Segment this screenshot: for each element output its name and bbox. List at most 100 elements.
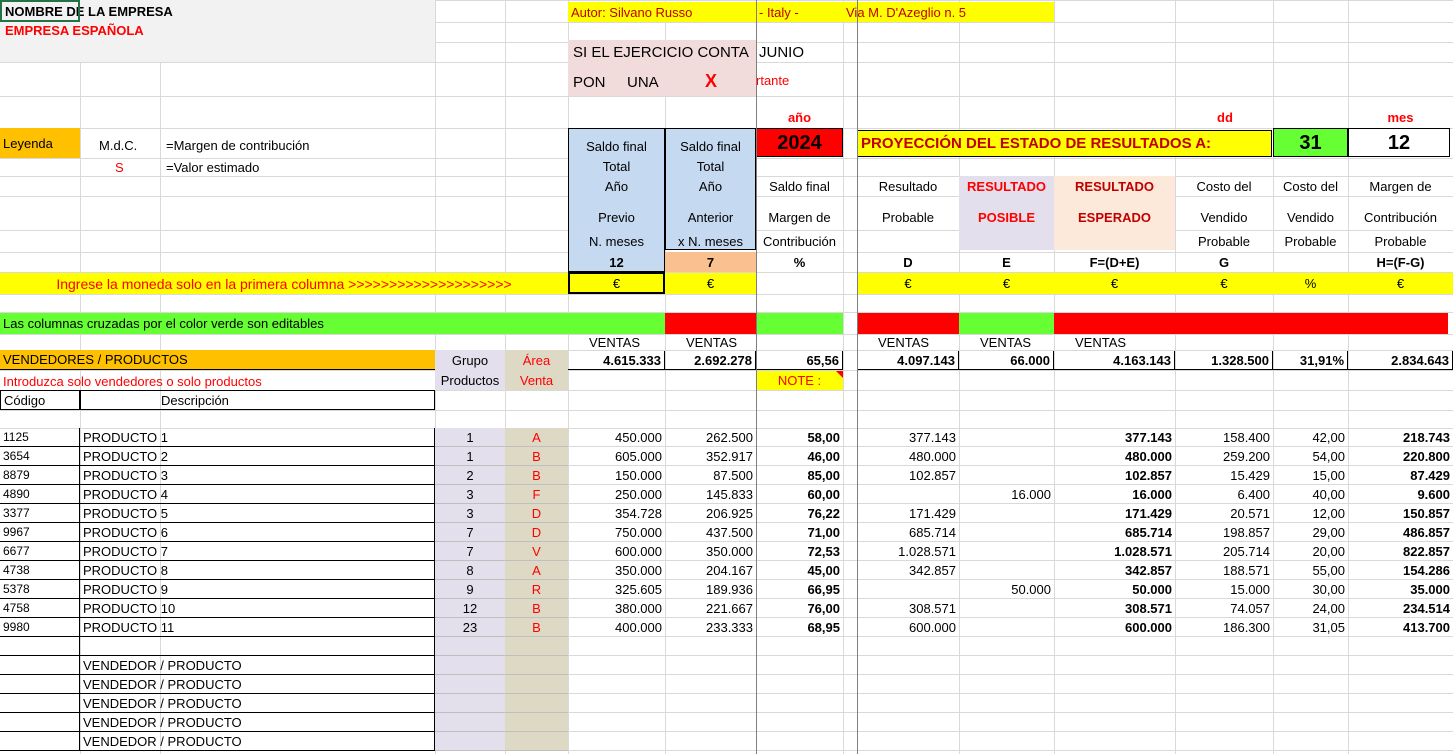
row-posible[interactable] bbox=[959, 599, 1054, 618]
row-code[interactable]: 5378 bbox=[0, 580, 80, 599]
row-area[interactable]: B bbox=[505, 599, 568, 618]
row-costo-pct[interactable]: 31,05 bbox=[1273, 618, 1348, 637]
row-posible[interactable] bbox=[959, 561, 1054, 580]
placeholder-code[interactable] bbox=[0, 713, 80, 732]
row-previo[interactable]: 354.728 bbox=[568, 504, 665, 523]
row-description[interactable]: PRODUCTO 11 bbox=[80, 618, 435, 637]
row-code[interactable]: 4738 bbox=[0, 561, 80, 580]
author-address[interactable]: Via M. D'Azeglio n. 5 bbox=[843, 2, 1054, 22]
row-description[interactable]: PRODUCTO 3 bbox=[80, 466, 435, 485]
row-grupo[interactable]: 3 bbox=[435, 504, 505, 523]
row-area[interactable]: A bbox=[505, 561, 568, 580]
placeholder-code[interactable] bbox=[0, 732, 80, 751]
row-margen[interactable]: 76,22 bbox=[756, 504, 843, 523]
row-previo[interactable]: 400.000 bbox=[568, 618, 665, 637]
currency-O[interactable]: € bbox=[1348, 273, 1453, 294]
row-previo[interactable]: 325.605 bbox=[568, 580, 665, 599]
row-description[interactable]: PRODUCTO 5 bbox=[80, 504, 435, 523]
row-margen[interactable]: 72,53 bbox=[756, 542, 843, 561]
row-description[interactable]: PRODUCTO 4 bbox=[80, 485, 435, 504]
row-costo-pct[interactable]: 12,00 bbox=[1273, 504, 1348, 523]
row-grupo[interactable]: 1 bbox=[435, 447, 505, 466]
row-description[interactable]: PRODUCTO 7 bbox=[80, 542, 435, 561]
row-costo-pct[interactable]: 40,00 bbox=[1273, 485, 1348, 504]
row-area[interactable]: D bbox=[505, 504, 568, 523]
row-margen[interactable]: 46,00 bbox=[756, 447, 843, 466]
author-country[interactable]: - Italy - bbox=[756, 2, 843, 22]
placeholder-code[interactable] bbox=[0, 694, 80, 713]
row-code[interactable]: 4758 bbox=[0, 599, 80, 618]
dd-input[interactable]: 31 bbox=[1273, 128, 1348, 157]
row-code[interactable]: 3377 bbox=[0, 504, 80, 523]
legend-label[interactable]: Leyenda bbox=[0, 128, 80, 158]
row-area[interactable]: B bbox=[505, 618, 568, 637]
row-grupo[interactable]: 7 bbox=[435, 542, 505, 561]
currency-L[interactable]: € bbox=[1054, 273, 1175, 294]
row-area[interactable]: R bbox=[505, 580, 568, 599]
currency-K[interactable]: € bbox=[959, 273, 1054, 294]
currency-input-previo[interactable]: € bbox=[568, 272, 665, 294]
placeholder-description[interactable]: VENDEDOR / PRODUCTO bbox=[80, 656, 435, 675]
placeholder-grupo[interactable] bbox=[435, 694, 505, 713]
placeholder-description[interactable]: VENDEDOR / PRODUCTO bbox=[80, 675, 435, 694]
row-area[interactable]: D bbox=[505, 523, 568, 542]
row-code[interactable]: 8879 bbox=[0, 466, 80, 485]
currency-anterior[interactable]: € bbox=[665, 273, 756, 294]
anio-input[interactable]: 2024 bbox=[756, 128, 843, 157]
row-grupo[interactable]: 1 bbox=[435, 428, 505, 447]
placeholder-grupo[interactable] bbox=[435, 656, 505, 675]
row-previo[interactable]: 450.000 bbox=[568, 428, 665, 447]
row-margen[interactable]: 76,00 bbox=[756, 599, 843, 618]
row-description[interactable]: PRODUCTO 2 bbox=[80, 447, 435, 466]
notice-tail[interactable]: rtante bbox=[756, 74, 836, 92]
row-grupo[interactable]: 8 bbox=[435, 561, 505, 580]
currency-M[interactable]: € bbox=[1175, 273, 1273, 294]
placeholder-area[interactable] bbox=[505, 675, 568, 694]
row-grupo[interactable]: 9 bbox=[435, 580, 505, 599]
row-margen[interactable]: 60,00 bbox=[756, 485, 843, 504]
row-posible[interactable] bbox=[959, 504, 1054, 523]
dd-label[interactable]: dd bbox=[1177, 108, 1273, 126]
row-code[interactable]: 3654 bbox=[0, 447, 80, 466]
row-costo-pct[interactable]: 29,00 bbox=[1273, 523, 1348, 542]
currency-N[interactable]: % bbox=[1273, 273, 1348, 294]
row-margen[interactable]: 71,00 bbox=[756, 523, 843, 542]
vendors-header[interactable]: VENDEDORES / PRODUCTOS bbox=[0, 350, 435, 370]
row-costo-pct[interactable]: 24,00 bbox=[1273, 599, 1348, 618]
row-previo[interactable]: 250.000 bbox=[568, 485, 665, 504]
row-code[interactable]: 1125 bbox=[0, 428, 80, 447]
placeholder-code[interactable] bbox=[0, 675, 80, 694]
row-previo[interactable]: 600.000 bbox=[568, 542, 665, 561]
row-grupo[interactable]: 3 bbox=[435, 485, 505, 504]
row-previo[interactable]: 750.000 bbox=[568, 523, 665, 542]
notice-pon[interactable]: PON bbox=[570, 72, 610, 92]
notice-line1b[interactable]: JUNIO bbox=[756, 42, 836, 62]
row-posible[interactable] bbox=[959, 428, 1054, 447]
company-subtitle[interactable]: EMPRESA ESPAÑOLA bbox=[2, 22, 302, 38]
row-description[interactable]: PRODUCTO 1 bbox=[80, 428, 435, 447]
row-grupo[interactable]: 23 bbox=[435, 618, 505, 637]
row-area[interactable]: V bbox=[505, 542, 568, 561]
row-code[interactable]: 9980 bbox=[0, 618, 80, 637]
placeholder-description[interactable]: VENDEDOR / PRODUCTO bbox=[80, 694, 435, 713]
row-code[interactable]: 4890 bbox=[0, 485, 80, 504]
placeholder-grupo[interactable] bbox=[435, 713, 505, 732]
row-grupo[interactable]: 12 bbox=[435, 599, 505, 618]
currency-J[interactable]: € bbox=[857, 273, 959, 294]
row-area[interactable]: B bbox=[505, 447, 568, 466]
notice-x[interactable]: X bbox=[702, 70, 722, 92]
row-code[interactable]: 9967 bbox=[0, 523, 80, 542]
row-margen[interactable]: 58,00 bbox=[756, 428, 843, 447]
placeholder-description[interactable]: VENDEDOR / PRODUCTO bbox=[80, 732, 435, 751]
mes-label[interactable]: mes bbox=[1348, 108, 1453, 126]
row-grupo[interactable]: 7 bbox=[435, 523, 505, 542]
row-area[interactable]: B bbox=[505, 466, 568, 485]
row-previo[interactable]: 150.000 bbox=[568, 466, 665, 485]
notice-line1[interactable]: SI EL EJERCICIO CONTA bbox=[570, 42, 760, 62]
placeholder-grupo[interactable] bbox=[435, 675, 505, 694]
row-costo-pct[interactable]: 42,00 bbox=[1273, 428, 1348, 447]
anio-label[interactable]: año bbox=[756, 108, 843, 126]
row-posible[interactable] bbox=[959, 466, 1054, 485]
row-area[interactable]: F bbox=[505, 485, 568, 504]
row-posible[interactable]: 50.000 bbox=[959, 580, 1054, 599]
